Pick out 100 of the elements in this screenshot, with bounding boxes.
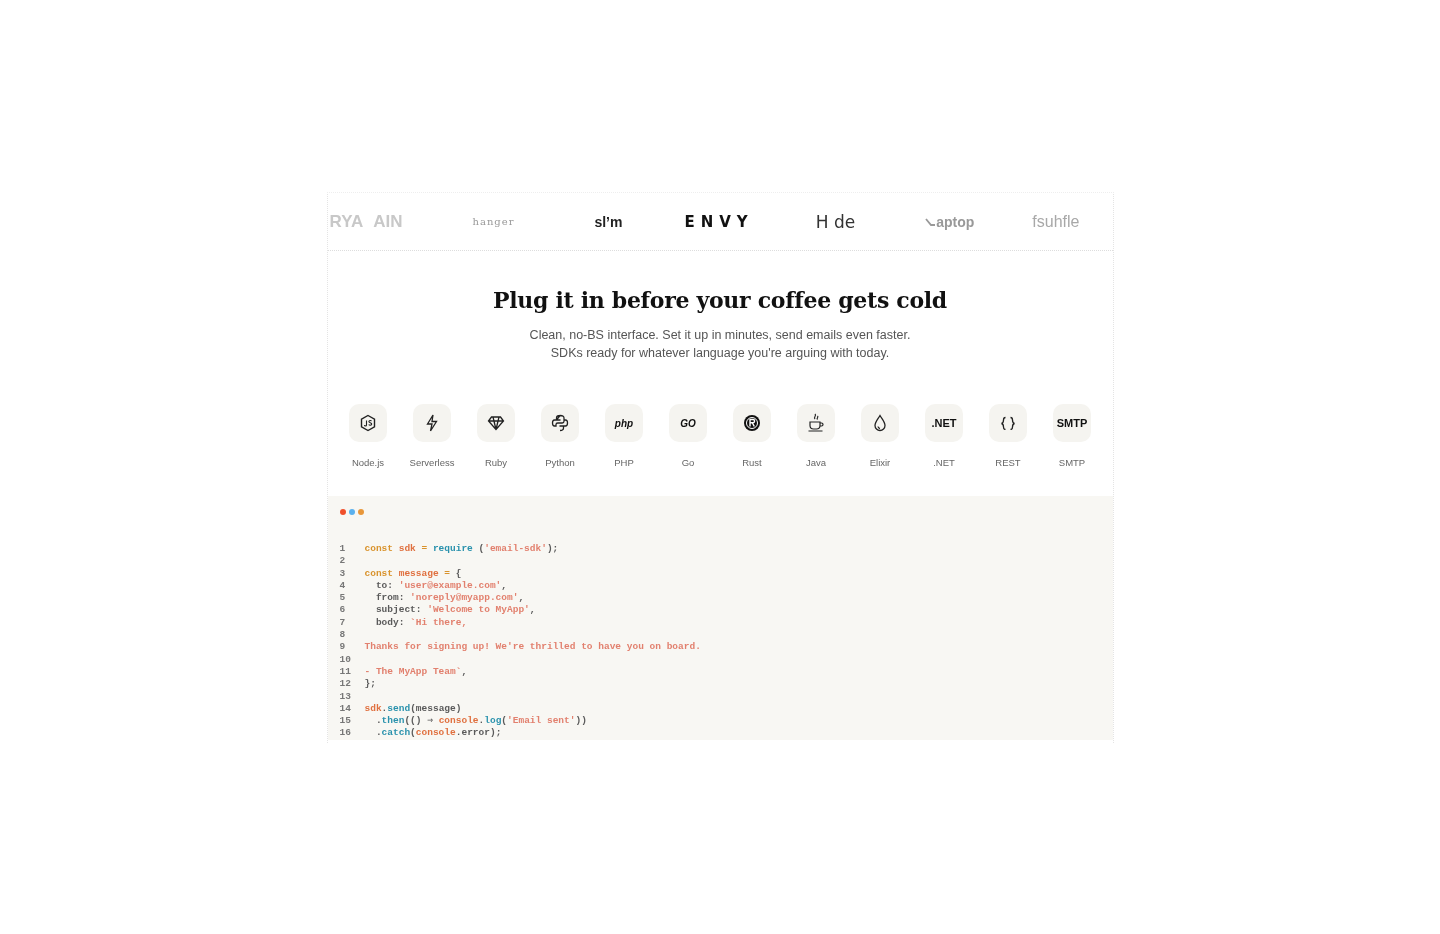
code-token: = bbox=[444, 567, 450, 579]
section-title: Plug it in before your coffee gets cold bbox=[493, 287, 947, 313]
code-token: 'email-sdk' bbox=[484, 543, 547, 554]
line-number: 1 bbox=[339, 543, 347, 556]
code-token: }; bbox=[364, 678, 376, 690]
sdk-label: Ruby bbox=[484, 457, 508, 468]
sdk-label: Node.js bbox=[351, 457, 385, 468]
sdk-button[interactable] bbox=[541, 404, 579, 442]
sdk-button[interactable] bbox=[349, 404, 387, 442]
sdk-button[interactable] bbox=[861, 404, 899, 442]
code-token: catch bbox=[381, 727, 411, 739]
code-token: (() bbox=[404, 715, 422, 727]
sdk-label: Java bbox=[805, 457, 827, 468]
code-token: (message) bbox=[410, 702, 462, 714]
line-number: 14 bbox=[339, 702, 352, 716]
sdk-label: Python bbox=[545, 457, 575, 468]
code-token: to: bbox=[375, 579, 393, 591]
sdk-label: Serverless bbox=[409, 457, 455, 468]
line-number: 2 bbox=[339, 555, 347, 568]
sdk-button[interactable]: SMTP bbox=[1053, 404, 1091, 442]
code-token: . bbox=[381, 702, 388, 714]
line-number: 6 bbox=[339, 604, 347, 617]
logo-text: H de bbox=[815, 211, 856, 232]
code-token: ( bbox=[501, 715, 508, 727]
code-token: , bbox=[461, 665, 468, 677]
line-number: 9 bbox=[339, 641, 347, 654]
gem-icon bbox=[487, 415, 505, 431]
sdk-label: Rust bbox=[742, 457, 762, 468]
line-number: 13 bbox=[339, 690, 352, 703]
sdk-button[interactable] bbox=[413, 404, 451, 442]
code-token: const bbox=[364, 567, 393, 579]
sdk-label: PHP bbox=[614, 457, 634, 468]
sdk-label: REST bbox=[995, 457, 1021, 468]
code-token: log bbox=[484, 715, 502, 727]
sdk-label: Go bbox=[681, 457, 695, 468]
code-token: `Hi there, bbox=[410, 616, 468, 628]
code-token: require bbox=[432, 543, 473, 554]
logo-text: aptop bbox=[936, 213, 975, 230]
sdk-button[interactable] bbox=[989, 404, 1027, 442]
sdk-button[interactable] bbox=[477, 404, 515, 442]
code-token: = bbox=[421, 543, 428, 554]
code-token: , bbox=[529, 604, 536, 616]
code-token: { bbox=[455, 567, 462, 579]
code-token: , bbox=[518, 592, 525, 604]
line-number: 15 bbox=[339, 715, 352, 728]
code-token: . bbox=[375, 727, 382, 739]
section-description: Clean, no-BS interface. Set it up in minutes, send emails even faster. SDKs ready for whatever language you're arguing with today. bbox=[528, 327, 912, 362]
logo-text: fsuhfle bbox=[1032, 212, 1080, 231]
code-token: 'Email sent' bbox=[507, 715, 576, 727]
line-number: 3 bbox=[339, 567, 347, 580]
code-token: sdk bbox=[398, 543, 416, 554]
code-token: Thanks for signing up! We're thrilled to have you on board. bbox=[364, 641, 701, 653]
code-token: ( bbox=[410, 727, 416, 739]
code-token: . bbox=[478, 715, 485, 727]
code-token: message bbox=[398, 567, 439, 579]
code-token: . bbox=[375, 715, 382, 727]
sdk-label: Elixir bbox=[869, 457, 891, 468]
line-number: 10 bbox=[339, 653, 352, 666]
sdk-label: SMTP bbox=[1058, 457, 1086, 468]
code-token: , bbox=[501, 579, 507, 591]
code-token: - The MyApp Team` bbox=[364, 665, 462, 677]
code-token: 'noreply@myapp.com' bbox=[410, 592, 519, 604]
line-number: 11 bbox=[339, 665, 352, 679]
logo-text: ENVY bbox=[684, 212, 754, 231]
code-token: ); bbox=[546, 543, 559, 554]
slash-icon bbox=[925, 217, 936, 226]
code-token: console bbox=[415, 727, 456, 739]
code-token: ⇒ bbox=[427, 715, 433, 727]
code-token: )) bbox=[575, 715, 587, 727]
python-snake-icon bbox=[551, 414, 569, 432]
line-number: 4 bbox=[339, 579, 347, 593]
code-token: body: bbox=[375, 616, 405, 628]
line-number: 5 bbox=[339, 592, 347, 605]
sdk-button[interactable] bbox=[733, 404, 771, 442]
lightning-icon bbox=[425, 414, 439, 432]
code-token: .error); bbox=[455, 727, 502, 739]
code-token: console bbox=[438, 715, 479, 727]
code-token: send bbox=[387, 702, 411, 714]
line-number: 16 bbox=[339, 727, 352, 740]
line-number: 8 bbox=[339, 629, 347, 642]
code-token: sdk bbox=[364, 702, 382, 714]
code-token: ( bbox=[478, 543, 485, 554]
code-token: 'user@example.com' bbox=[398, 579, 502, 591]
code-token: const bbox=[364, 543, 393, 554]
sdk-button[interactable]: GO bbox=[669, 404, 707, 442]
sdk-label: .NET bbox=[933, 457, 955, 468]
line-number: 7 bbox=[339, 616, 347, 630]
droplet-icon bbox=[873, 414, 887, 432]
logo-text: hanger bbox=[472, 216, 515, 227]
hexagon-icon bbox=[359, 414, 377, 432]
code-token: 'Welcome to MyApp' bbox=[427, 604, 530, 616]
braces-icon bbox=[1000, 416, 1016, 430]
code-token: from: bbox=[375, 592, 405, 604]
code-token: then bbox=[381, 715, 405, 727]
sdk-button[interactable]: php bbox=[605, 404, 643, 442]
line-number: 12 bbox=[339, 678, 352, 691]
logo-text: sl’m bbox=[594, 213, 623, 230]
sdk-button[interactable]: .NET bbox=[925, 404, 963, 442]
coffee-cup-icon bbox=[807, 413, 825, 433]
code-token: subject: bbox=[375, 604, 422, 616]
